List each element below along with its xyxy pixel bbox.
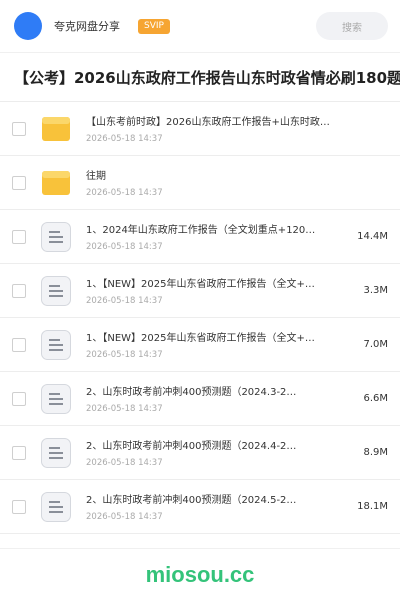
file-name: 2、山东时政考前冲刺400预测题（2024.5-2…: [86, 495, 297, 506]
file-row[interactable]: 2、山东时政考前冲刺400预测题（2024.5-2… 2026-05-18 14:…: [0, 480, 400, 534]
svip-badge: SVIP: [138, 18, 170, 34]
file-name: 2、山东时政考前冲刺400预测题（2024.3-2…: [86, 387, 297, 398]
select-checkbox[interactable]: [12, 337, 26, 352]
file-row[interactable]: 1、2024年山东政府工作报告（全文划重点+120… 2026-05-18 14:…: [0, 210, 400, 264]
select-checkbox[interactable]: [12, 283, 26, 298]
file-info: 2、山东时政考前冲刺400预测题（2024.5-2… 2026-05-18 14:…: [86, 491, 349, 522]
select-checkbox[interactable]: [12, 229, 26, 244]
document-icon: [40, 383, 72, 415]
file-name: 【山东考前时政】2026山东政府工作报告+山东时政…: [86, 117, 330, 128]
folder-icon: [40, 113, 72, 145]
file-info: 1、【NEW】2025年山东省政府工作报告（全文+… 2026-05-18 14:…: [86, 275, 355, 306]
file-row[interactable]: 1、【NEW】2025年山东省政府工作报告（全文+… 2026-05-18 14:…: [0, 264, 400, 318]
file-size: 7.0M: [363, 339, 388, 350]
file-size: 3.3M: [363, 285, 388, 296]
document-icon: [40, 491, 72, 523]
file-date: 2026-05-18 14:37: [86, 296, 163, 306]
file-row[interactable]: 往期 2026-05-18 14:37: [0, 156, 400, 210]
document-icon: [40, 329, 72, 361]
file-row[interactable]: 【山东考前时政】2026山东政府工作报告+山东时政… 2026-05-18 14:…: [0, 102, 400, 156]
file-name: 1、【NEW】2025年山东省政府工作报告（全文+…: [86, 333, 315, 344]
top-bar: 夸克网盘分享 SVIP 搜索: [0, 0, 400, 52]
file-name: 1、【NEW】2025年山东省政府工作报告（全文+…: [86, 279, 315, 290]
select-checkbox[interactable]: [12, 121, 26, 136]
file-row[interactable]: 2、山东时政考前冲刺400预测题（2024.3-2… 2026-05-18 14:…: [0, 372, 400, 426]
file-date: 2026-05-18 14:37: [86, 242, 163, 252]
file-date: 2026-05-18 14:37: [86, 134, 163, 144]
select-checkbox[interactable]: [12, 175, 26, 190]
file-info: 往期 2026-05-18 14:37: [86, 167, 388, 198]
document-icon: [40, 275, 72, 307]
file-list: 【山东考前时政】2026山东政府工作报告+山东时政… 2026-05-18 14:…: [0, 102, 400, 534]
watermark-logo: miosou.cc: [145, 562, 255, 587]
file-info: 2、山东时政考前冲刺400预测题（2024.3-2… 2026-05-18 14:…: [86, 383, 355, 414]
file-info: 【山东考前时政】2026山东政府工作报告+山东时政… 2026-05-18 14:…: [86, 113, 388, 144]
file-info: 2、山东时政考前冲刺400预测题（2024.4-2… 2026-05-18 14:…: [86, 437, 355, 468]
footer: miosou.cc: [0, 548, 400, 601]
file-date: 2026-05-18 14:37: [86, 458, 163, 468]
file-row[interactable]: 1、【NEW】2025年山东省政府工作报告（全文+… 2026-05-18 14:…: [0, 318, 400, 372]
select-checkbox[interactable]: [12, 499, 26, 514]
file-date: 2026-05-18 14:37: [86, 512, 163, 522]
page-title: 【公考】2026山东政府工作报告山东时政省情必刷180题: [0, 52, 400, 102]
file-size: 18.1M: [357, 501, 388, 512]
file-info: 1、【NEW】2025年山东省政府工作报告（全文+… 2026-05-18 14:…: [86, 329, 355, 360]
file-size: 8.9M: [363, 447, 388, 458]
select-checkbox[interactable]: [12, 391, 26, 406]
file-info: 1、2024年山东政府工作报告（全文划重点+120… 2026-05-18 14:…: [86, 221, 349, 252]
file-date: 2026-05-18 14:37: [86, 350, 163, 360]
file-size: 6.6M: [363, 393, 388, 404]
share-source-label: 夸克网盘分享: [54, 20, 120, 33]
file-date: 2026-05-18 14:37: [86, 188, 163, 198]
document-icon: [40, 221, 72, 253]
file-date: 2026-05-18 14:37: [86, 404, 163, 414]
file-name: 1、2024年山东政府工作报告（全文划重点+120…: [86, 225, 316, 236]
select-checkbox[interactable]: [12, 445, 26, 460]
file-size: 14.4M: [357, 231, 388, 242]
file-name: 往期: [86, 171, 106, 182]
document-icon: [40, 437, 72, 469]
folder-icon: [40, 167, 72, 199]
search-button[interactable]: 搜索: [316, 12, 388, 40]
avatar[interactable]: [14, 12, 42, 40]
file-row[interactable]: 2、山东时政考前冲刺400预测题（2024.4-2… 2026-05-18 14:…: [0, 426, 400, 480]
file-name: 2、山东时政考前冲刺400预测题（2024.4-2…: [86, 441, 297, 452]
